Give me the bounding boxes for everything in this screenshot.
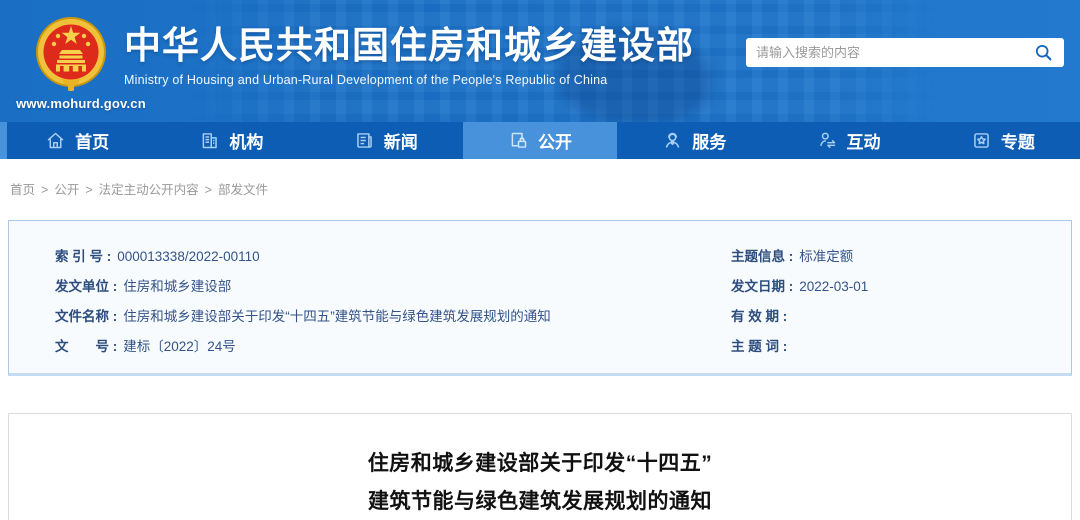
nav-label: 新闻 — [384, 128, 418, 153]
meta-value: 000013338/2022-00110 — [117, 249, 259, 264]
meta-label: 主 题 词 : — [731, 339, 787, 354]
nav-label: 首页 — [75, 128, 109, 153]
meta-value: 建标〔2022〕24号 — [123, 339, 236, 354]
site-url: www.mohurd.gov.cn — [6, 96, 156, 111]
disclosure-icon — [508, 130, 529, 151]
organization-icon — [199, 130, 220, 151]
search-icon — [1034, 43, 1053, 62]
meta-row-issuing-unit: 发文单位 : 住房和城乡建设部 — [55, 272, 721, 302]
site-title-chinese: 中华人民共和国住房和城乡建设部 — [124, 26, 694, 66]
home-icon — [45, 130, 66, 151]
meta-row-index-number: 索 引 号 : 000013338/2022-00110 — [55, 242, 721, 272]
site-title-english: Ministry of Housing and Urban-Rural Deve… — [124, 73, 694, 87]
meta-label: 有 效 期 : — [731, 309, 787, 324]
search-input[interactable] — [756, 45, 1032, 60]
nav-label: 服务 — [692, 128, 726, 153]
meta-row-document-number: 文 号 : 建标〔2022〕24号 — [55, 332, 721, 362]
nav-label: 公开 — [538, 128, 572, 153]
meta-label: 主题信息 : — [731, 249, 793, 264]
breadcrumb-statutory-content[interactable]: 法定主动公开内容 — [99, 183, 199, 197]
meta-right-column: 主题信息 : 标准定额 发文日期 : 2022-03-01 有 效 期 : 主 题 … — [721, 242, 1071, 356]
meta-row-keywords: 主 题 词 : — [731, 332, 1071, 362]
document-title-line2: 建筑节能与绿色建筑发展规划的通知 — [9, 483, 1071, 520]
breadcrumb: 首页 > 公开 > 法定主动公开内容 > 部发文件 — [0, 159, 1080, 220]
breadcrumb-home[interactable]: 首页 — [10, 183, 35, 197]
meta-value: 住房和城乡建设部关于印发“十四五”建筑节能与绿色建筑发展规划的通知 — [123, 309, 551, 324]
nav-item-news[interactable]: 新闻 — [309, 122, 463, 159]
interaction-icon — [817, 130, 838, 151]
document-meta-box: 索 引 号 : 000013338/2022-00110 发文单位 : 住房和城乡建… — [8, 220, 1072, 376]
meta-value: 住房和城乡建设部 — [123, 279, 231, 294]
nav-item-organization[interactable]: 机构 — [154, 122, 308, 159]
search-box[interactable] — [746, 38, 1064, 67]
meta-label: 文件名称 : — [55, 309, 117, 324]
nav-item-interaction[interactable]: 互动 — [771, 122, 925, 159]
meta-label: 文 号 : — [55, 339, 117, 354]
breadcrumb-disclosure[interactable]: 公开 — [54, 183, 79, 197]
nav-item-home[interactable]: 首页 — [0, 122, 154, 159]
site-header: www.mohurd.gov.cn 中华人民共和国住房和城乡建设部 Minist… — [0, 0, 1080, 122]
meta-label: 发文单位 : — [55, 279, 117, 294]
breadcrumb-ministry-documents[interactable]: 部发文件 — [218, 183, 268, 197]
nav-label: 机构 — [229, 128, 263, 153]
meta-label: 发文日期 : — [731, 279, 793, 294]
nav-item-services[interactable]: 服务 — [617, 122, 771, 159]
meta-left-column: 索 引 号 : 000013338/2022-00110 发文单位 : 住房和城乡建… — [9, 242, 721, 356]
breadcrumb-separator: > — [205, 183, 212, 197]
document-title-line1: 住房和城乡建设部关于印发“十四五” — [9, 445, 1071, 483]
nav-item-topics[interactable]: 专题 — [926, 122, 1080, 159]
service-icon — [662, 130, 683, 151]
meta-label: 索 引 号 : — [55, 249, 111, 264]
document-content-box: 住房和城乡建设部关于印发“十四五” 建筑节能与绿色建筑发展规划的通知 — [8, 413, 1072, 520]
meta-row-validity-period: 有 效 期 : — [731, 302, 1071, 332]
breadcrumb-separator: > — [41, 183, 48, 197]
news-icon — [354, 130, 375, 151]
meta-value: 2022-03-01 — [799, 279, 868, 294]
nav-label: 互动 — [847, 128, 881, 153]
main-navigation: 首页 机构 新闻 公开 服务 — [0, 122, 1080, 159]
meta-row-subject-info: 主题信息 : 标准定额 — [731, 242, 1071, 272]
breadcrumb-separator: > — [85, 183, 92, 197]
national-emblem-logo — [32, 14, 110, 94]
meta-row-document-name: 文件名称 : 住房和城乡建设部关于印发“十四五”建筑节能与绿色建筑发展规划的通知 — [55, 302, 721, 332]
nav-item-disclosure[interactable]: 公开 — [463, 122, 617, 159]
site-title-block: 中华人民共和国住房和城乡建设部 Ministry of Housing and … — [124, 26, 694, 87]
meta-row-issue-date: 发文日期 : 2022-03-01 — [731, 272, 1071, 302]
nav-accent-strip — [0, 122, 7, 159]
topics-icon — [971, 130, 992, 151]
meta-value: 标准定额 — [799, 249, 853, 264]
search-button[interactable] — [1032, 42, 1054, 64]
nav-label: 专题 — [1001, 128, 1035, 153]
